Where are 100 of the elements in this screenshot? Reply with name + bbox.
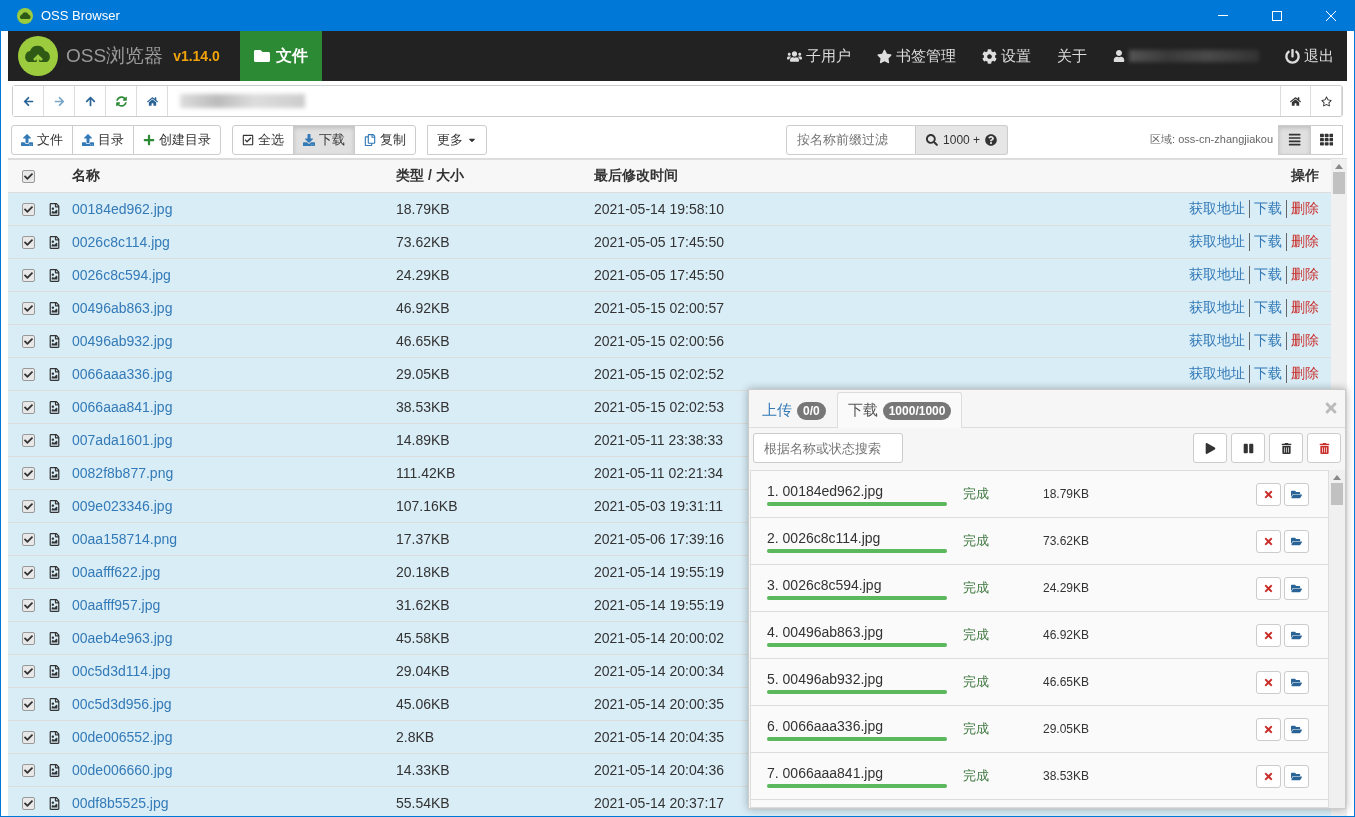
- checkbox[interactable]: [22, 367, 35, 381]
- file-link[interactable]: 00df8b5525.jpg: [72, 795, 396, 811]
- action-link[interactable]: 获取地址: [1189, 332, 1245, 350]
- remove-button[interactable]: [1256, 670, 1281, 694]
- scrollbar[interactable]: [1329, 470, 1345, 808]
- action-link[interactable]: 下载: [1249, 233, 1282, 251]
- file-link[interactable]: 0026c8c594.jpg: [72, 267, 396, 283]
- clear-button[interactable]: [1269, 433, 1303, 463]
- panel-tab[interactable]: 下载 1000/1000: [836, 392, 963, 428]
- open-folder-button[interactable]: [1284, 670, 1309, 694]
- file-link[interactable]: 00de006552.jpg: [72, 729, 396, 745]
- view-button[interactable]: [1278, 124, 1311, 155]
- remove-button[interactable]: [1256, 623, 1281, 647]
- checkbox[interactable]: [22, 400, 35, 414]
- checkbox[interactable]: [22, 697, 35, 711]
- toolbar-button[interactable]: 创建目录: [133, 124, 221, 155]
- action-link[interactable]: 删除: [1286, 266, 1319, 284]
- file-link[interactable]: 00496ab932.jpg: [72, 333, 396, 349]
- checkbox[interactable]: [22, 466, 35, 480]
- toolbar-button[interactable]: 更多: [427, 124, 487, 155]
- toolbar-button[interactable]: 全选: [232, 124, 294, 155]
- checkbox[interactable]: [22, 664, 35, 678]
- file-link[interactable]: 009e023346.jpg: [72, 498, 396, 514]
- action-link[interactable]: 下载: [1249, 266, 1282, 284]
- file-link[interactable]: 0066aaa841.jpg: [72, 399, 396, 415]
- nav-tab[interactable]: 文件: [239, 31, 322, 81]
- toolbar-button[interactable]: 下载: [293, 124, 355, 155]
- toolbar-button[interactable]: 复制: [354, 124, 416, 155]
- action-link[interactable]: 删除: [1286, 200, 1319, 218]
- checkbox[interactable]: [22, 433, 35, 447]
- remove-button[interactable]: [1256, 529, 1281, 553]
- action-link[interactable]: 获取地址: [1189, 299, 1245, 317]
- delete-all-button[interactable]: [1307, 433, 1341, 463]
- file-link[interactable]: 00aa158714.png: [72, 531, 396, 547]
- file-link[interactable]: 00c5d3d114.jpg: [72, 663, 396, 679]
- action-link[interactable]: 删除: [1286, 365, 1319, 383]
- panel-tab[interactable]: 上传 0/0: [751, 392, 837, 428]
- checkbox[interactable]: [22, 301, 35, 315]
- action-link[interactable]: 删除: [1286, 332, 1319, 350]
- file-link[interactable]: 0082f8b877.png: [72, 465, 396, 481]
- action-link[interactable]: 获取地址: [1189, 233, 1245, 251]
- open-folder-button[interactable]: [1284, 482, 1309, 506]
- checkbox[interactable]: [22, 235, 35, 249]
- file-link[interactable]: 00184ed962.jpg: [72, 201, 396, 217]
- action-link[interactable]: 下载: [1249, 200, 1282, 218]
- action-link[interactable]: 获取地址: [1189, 266, 1245, 284]
- home-button[interactable]: [1280, 86, 1311, 116]
- open-folder-button[interactable]: [1284, 623, 1309, 647]
- checkbox[interactable]: [22, 598, 35, 612]
- file-link[interactable]: 00c5d3d956.jpg: [72, 696, 396, 712]
- checkbox[interactable]: [22, 631, 35, 645]
- back-button[interactable]: [13, 86, 44, 116]
- open-folder-button[interactable]: [1284, 764, 1309, 788]
- scroll-thumb[interactable]: [1331, 483, 1343, 505]
- action-link[interactable]: 删除: [1286, 299, 1319, 317]
- nav-item[interactable]: 关于: [1044, 31, 1100, 81]
- checkbox[interactable]: [22, 268, 35, 282]
- checkbox[interactable]: [22, 565, 35, 579]
- scroll-thumb[interactable]: [1333, 172, 1345, 194]
- count-button[interactable]: 1000 +: [916, 124, 1009, 155]
- file-link[interactable]: 00de006660.jpg: [72, 762, 396, 778]
- file-link[interactable]: 00aafff622.jpg: [72, 564, 396, 580]
- start-all-button[interactable]: [1193, 433, 1227, 463]
- checkbox[interactable]: [22, 730, 35, 744]
- action-link[interactable]: 下载: [1249, 365, 1282, 383]
- toolbar-button[interactable]: 目录: [72, 124, 134, 155]
- file-link[interactable]: 0066aaa336.jpg: [72, 366, 396, 382]
- open-folder-button[interactable]: [1284, 717, 1309, 741]
- action-link[interactable]: 删除: [1286, 233, 1319, 251]
- action-link[interactable]: 获取地址: [1189, 365, 1245, 383]
- checkbox[interactable]: [22, 334, 35, 348]
- remove-button[interactable]: [1256, 717, 1281, 741]
- pause-all-button[interactable]: [1231, 433, 1265, 463]
- open-folder-button[interactable]: [1284, 529, 1309, 553]
- checkbox[interactable]: [22, 499, 35, 513]
- nav-item[interactable]: 子用户: [774, 31, 864, 81]
- remove-button[interactable]: [1256, 576, 1281, 600]
- filter-field[interactable]: 按名称前缀过滤: [786, 124, 917, 155]
- view-button[interactable]: [1310, 124, 1343, 155]
- open-folder-button[interactable]: [1284, 576, 1309, 600]
- search-field[interactable]: 根据名称或状态搜索: [753, 433, 903, 463]
- nav-item[interactable]: 设置: [969, 31, 1044, 81]
- checkbox[interactable]: [22, 202, 35, 216]
- file-link[interactable]: 007ada1601.jpg: [72, 432, 396, 448]
- file-link[interactable]: 0026c8c114.jpg: [72, 234, 396, 250]
- file-link[interactable]: 00aeb4e963.jpg: [72, 630, 396, 646]
- checkbox[interactable]: [22, 796, 35, 810]
- file-link[interactable]: 00aafff957.jpg: [72, 597, 396, 613]
- nav-item[interactable]: 退出: [1272, 31, 1347, 81]
- nav-item[interactable]: 书签管理: [864, 31, 969, 81]
- toolbar-button[interactable]: 文件: [11, 124, 73, 155]
- action-link[interactable]: 获取地址: [1189, 200, 1245, 218]
- action-link[interactable]: 下载: [1249, 332, 1282, 350]
- checkbox[interactable]: [22, 763, 35, 777]
- checkbox[interactable]: [22, 169, 35, 183]
- remove-button[interactable]: [1256, 764, 1281, 788]
- checkbox[interactable]: [22, 532, 35, 546]
- action-link[interactable]: 下载: [1249, 299, 1282, 317]
- file-link[interactable]: 00496ab863.jpg: [72, 300, 396, 316]
- remove-button[interactable]: [1256, 482, 1281, 506]
